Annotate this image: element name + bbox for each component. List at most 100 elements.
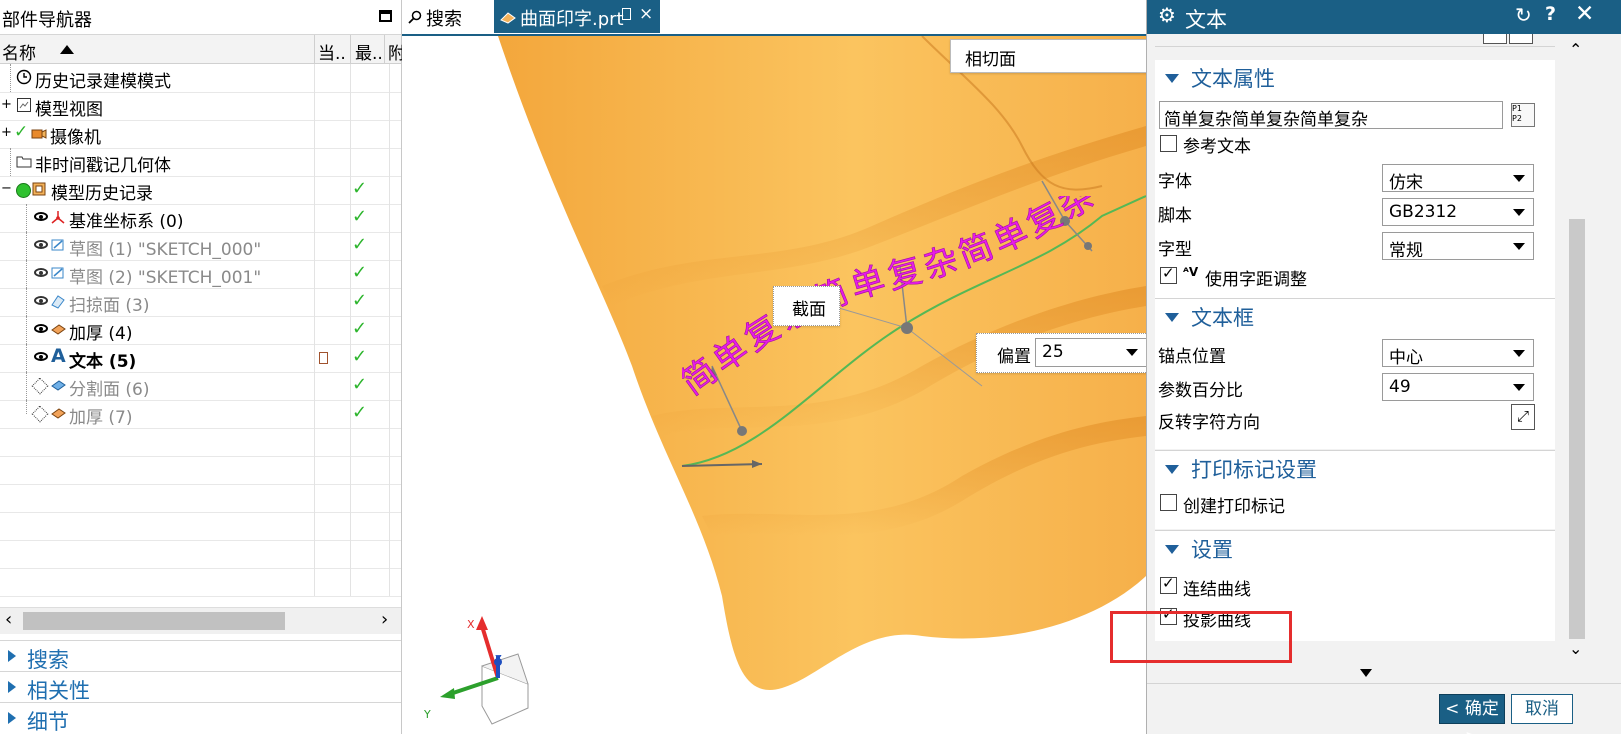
join-curves-checkbox[interactable]: [1160, 574, 1177, 594]
horizontal-scrollbar[interactable]: ‹ ›: [0, 607, 401, 634]
tree-row-label: 草图 (2) "SKETCH_001": [69, 268, 262, 288]
tree-row-sketch-1[interactable]: 草图 (1) "SKETCH_000" ✓: [0, 232, 401, 261]
tree-row-history-mode[interactable]: 历史记录建模模式: [0, 64, 401, 93]
expand-icon[interactable]: +: [1, 98, 12, 111]
tree-row-label: 摄像机: [50, 128, 101, 148]
suppressed-icon: [31, 377, 49, 395]
font-select[interactable]: 仿宋: [1382, 164, 1534, 193]
text-input[interactable]: 简单复杂简单复杂简单复杂: [1159, 101, 1503, 130]
tab-document[interactable]: 曲面印字.prt ×: [494, 0, 660, 33]
kerning-icon: ᴬV: [1183, 265, 1199, 279]
column-header-current[interactable]: 当..: [318, 39, 346, 64]
section-header-imprint[interactable]: 打印标记设置: [1165, 454, 1317, 484]
dialog-vertical-scrollbar[interactable]: ⌃ ⌄: [1567, 34, 1585, 664]
script-select[interactable]: GB2312: [1382, 198, 1534, 226]
suppressed-icon: [31, 405, 49, 423]
reference-text-checkbox[interactable]: [1160, 135, 1177, 152]
reverse-direction-icon[interactable]: ⤢: [1511, 404, 1535, 430]
expand-icon[interactable]: +: [1, 126, 12, 139]
group-details[interactable]: 细节: [0, 702, 401, 734]
section-header-text-frame[interactable]: 文本框: [1165, 302, 1254, 332]
tab-search[interactable]: 搜索: [402, 0, 492, 33]
section-text-frame: 文本框 锚点位置 中心 参数百分比 49 反转字符方向 ⤢: [1155, 298, 1555, 449]
group-label: 搜索: [27, 648, 69, 672]
eye-hidden-icon[interactable]: [34, 296, 48, 305]
tree-row-label: 模型视图: [35, 100, 103, 120]
eye-icon[interactable]: [34, 352, 48, 361]
tree-row-label: 基准坐标系 (0): [69, 212, 184, 232]
graphics-viewport[interactable]: 简单复杂简单复杂简单复杂 相切面 截面 偏置 25 X Y Z: [402, 36, 1146, 734]
dialog-body: 文本属性 简单复杂简单复杂简单复杂 P1 P2 参考文本 字体 仿宋 脚本 GB2…: [1147, 34, 1567, 664]
face-option-dropdown[interactable]: 相切面: [950, 39, 1146, 73]
scroll-down-icon[interactable]: ⌄: [1569, 639, 1582, 658]
datum-csys-icon: [51, 211, 65, 224]
dropdown-arrow-icon: [1513, 350, 1525, 357]
scroll-left-icon[interactable]: ‹: [5, 609, 12, 630]
navigator-tree: 历史记录建模模式 + 模型视图 + ✓ 摄像机 非时间戳记几何体 − 模型历史记…: [0, 64, 401, 604]
anchor-select[interactable]: 中心: [1382, 339, 1534, 368]
tree-row-datum-csys[interactable]: 基准坐标系 (0) ✓: [0, 204, 401, 233]
tree-row-thicken-4[interactable]: 加厚 (4) ✓: [0, 316, 401, 345]
create-imprint-checkbox[interactable]: [1160, 494, 1177, 511]
group-dependencies[interactable]: 相关性: [0, 671, 401, 703]
section-header-settings[interactable]: 设置: [1165, 534, 1233, 564]
percent-input[interactable]: 49: [1382, 373, 1534, 401]
eye-icon[interactable]: [34, 212, 48, 221]
kerning-label: 使用字距调整: [1205, 270, 1307, 290]
highlight-box: [1110, 611, 1292, 663]
reset-icon[interactable]: ↻: [1515, 3, 1532, 27]
sort-ascending-icon: [60, 45, 74, 54]
tree-row-label: 草图 (1) "SKETCH_000": [69, 240, 262, 260]
expand-arrow-icon: [8, 712, 16, 724]
folder-icon: [16, 156, 32, 168]
collapse-icon[interactable]: −: [1, 182, 12, 195]
close-dialog-icon[interactable]: ✕: [1575, 1, 1594, 27]
group-search[interactable]: 搜索: [0, 640, 401, 672]
thicken-icon: [51, 324, 66, 335]
tree-row-model-history[interactable]: − 模型历史记录 ✓: [0, 176, 401, 205]
scrollbar-thumb[interactable]: [1569, 219, 1585, 639]
tree-row-divide-face[interactable]: 分割面 (6) ✓: [0, 372, 401, 401]
scrollbar-thumb[interactable]: [23, 612, 285, 630]
column-header-name[interactable]: 名称: [2, 39, 36, 64]
scroll-right-icon[interactable]: ›: [381, 609, 388, 630]
scroll-up-icon[interactable]: ⌃: [1569, 40, 1582, 59]
tree-row-sketch-2[interactable]: 草图 (2) "SKETCH_001" ✓: [0, 260, 401, 289]
pin-icon[interactable]: [622, 8, 631, 20]
cancel-button[interactable]: 取消: [1511, 694, 1573, 724]
status-check-icon: ✓: [352, 234, 368, 255]
tree-row-swept[interactable]: 扫掠面 (3) ✓: [0, 288, 401, 317]
eye-icon[interactable]: [34, 324, 48, 333]
help-icon[interactable]: ?: [1545, 3, 1556, 25]
axis-x-label: X: [467, 618, 475, 631]
percent-label: 参数百分比: [1158, 381, 1243, 401]
ok-button[interactable]: < 确定 >: [1439, 694, 1505, 747]
tab-label: 曲面印字.prt: [520, 9, 624, 30]
more-options-icon[interactable]: [1360, 669, 1372, 677]
tree-row-thicken-7[interactable]: 加厚 (7) ✓: [0, 400, 401, 429]
section-header-text-properties[interactable]: 文本属性: [1165, 63, 1275, 93]
script-label: 脚本: [1158, 206, 1192, 226]
history-icon: [32, 182, 46, 196]
eye-hidden-icon[interactable]: [34, 268, 48, 277]
dropdown-arrow-icon: [1126, 349, 1138, 356]
section-handle-label[interactable]: 截面: [773, 286, 840, 326]
column-header-latest[interactable]: 最..: [355, 39, 383, 64]
tree-row-text[interactable]: A 文本 (5) ✓: [0, 344, 401, 373]
tree-row-camera[interactable]: + ✓ 摄像机: [0, 120, 401, 149]
maximize-icon[interactable]: [379, 10, 392, 22]
insert-text-icon[interactable]: P1 P2: [1511, 103, 1535, 127]
reverse-label: 反转字符方向: [1158, 413, 1260, 433]
tree-row-non-timestamp[interactable]: 非时间戳记几何体: [0, 148, 401, 177]
embossed-text-preview: 简单复杂简单复杂简单复杂: [682, 196, 1102, 403]
wcs-triad-icon: [440, 616, 529, 725]
offset-value-combo[interactable]: 25: [1035, 338, 1146, 367]
kerning-checkbox[interactable]: [1160, 264, 1177, 284]
offset-label: 偏置: [997, 347, 1031, 367]
style-select[interactable]: 常规: [1382, 232, 1534, 261]
tree-row-model-views[interactable]: + 模型视图: [0, 92, 401, 121]
clock-icon: [16, 69, 32, 85]
offset-input-box[interactable]: 偏置 25: [976, 333, 1146, 373]
eye-hidden-icon[interactable]: [34, 240, 48, 249]
close-tab-icon[interactable]: ×: [639, 4, 653, 24]
